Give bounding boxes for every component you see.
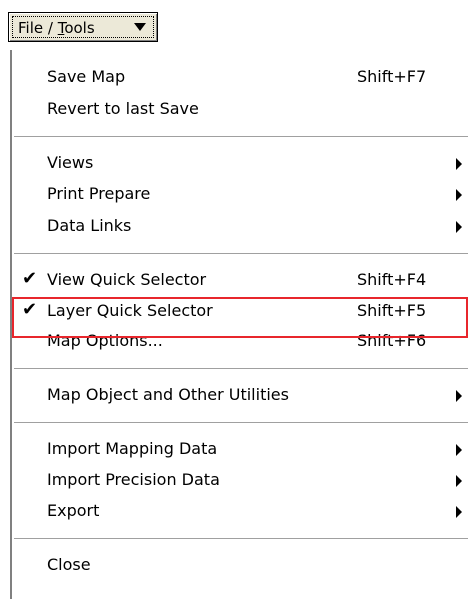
menu-button-label-suffix: ools — [64, 19, 95, 37]
menu-item-shortcut: Shift+F7 — [357, 67, 427, 86]
submenu-arrow-icon — [456, 221, 462, 233]
menu-button-label-prefix: File / — [18, 19, 58, 37]
menu-item-label: Close — [47, 555, 91, 574]
menu-item-shortcut: Shift+F6 — [357, 331, 427, 350]
menu-item-label: Print Prepare — [47, 184, 151, 203]
submenu-arrow-icon — [456, 390, 462, 402]
menu-item-data-links[interactable]: Data Links — [10, 211, 468, 241]
menu-item-save-map[interactable]: Save Map Shift+F7 — [10, 62, 468, 92]
menu-item-print-prepare[interactable]: Print Prepare — [10, 179, 468, 209]
menu-separator — [14, 538, 468, 540]
menu-separator — [14, 368, 468, 370]
menu-item-import-mapping-data[interactable]: Import Mapping Data — [10, 434, 468, 464]
menu-item-label: View Quick Selector — [47, 270, 207, 289]
check-icon: ✔ — [22, 268, 38, 289]
submenu-arrow-icon — [456, 506, 462, 518]
menu-item-shortcut: Shift+F4 — [357, 270, 427, 289]
menu-item-label: Import Precision Data — [47, 470, 220, 489]
menu-item-import-precision-data[interactable]: Import Precision Data — [10, 465, 468, 495]
menu-separator — [14, 422, 468, 424]
menu-item-close[interactable]: Close — [10, 550, 468, 580]
menu-separator — [14, 253, 468, 255]
submenu-arrow-icon — [456, 444, 462, 456]
menu-item-label: Layer Quick Selector — [47, 301, 213, 320]
submenu-arrow-icon — [456, 475, 462, 487]
menu-item-label: Import Mapping Data — [47, 439, 218, 458]
submenu-arrow-icon — [456, 158, 462, 170]
menu-item-label: Export — [47, 501, 100, 520]
menu-item-view-quick-selector[interactable]: ✔ View Quick Selector Shift+F4 — [10, 265, 468, 295]
submenu-arrow-icon — [456, 189, 462, 201]
check-icon: ✔ — [22, 299, 38, 320]
menu-item-label: Map Options... — [47, 331, 163, 350]
menu-item-label: Views — [47, 153, 94, 172]
menu-item-layer-quick-selector[interactable]: ✔ Layer Quick Selector Shift+F5 — [10, 296, 468, 326]
menu-item-export[interactable]: Export — [10, 496, 468, 526]
menu-separator — [14, 136, 468, 138]
menu-item-label: Save Map — [47, 67, 126, 86]
menu-item-views[interactable]: Views — [10, 148, 468, 178]
menu-item-map-object-and-other-utilities[interactable]: Map Object and Other Utilities — [10, 380, 468, 410]
menu-item-label: Map Object and Other Utilities — [47, 385, 289, 404]
menu-item-map-options[interactable]: Map Options... Shift+F6 — [10, 326, 468, 356]
file-tools-dropdown-menu: Save Map Shift+F7 Revert to last Save Vi… — [10, 50, 468, 599]
dropdown-icon — [134, 23, 146, 31]
menu-item-label: Revert to last Save — [47, 99, 199, 118]
file-tools-menu-button[interactable]: File / Tools — [8, 12, 158, 42]
menu-button-label: File / Tools — [18, 19, 95, 37]
menu-item-revert-to-last-save[interactable]: Revert to last Save — [10, 94, 468, 124]
menu-item-shortcut: Shift+F5 — [357, 301, 427, 320]
menu-item-label: Data Links — [47, 216, 132, 235]
